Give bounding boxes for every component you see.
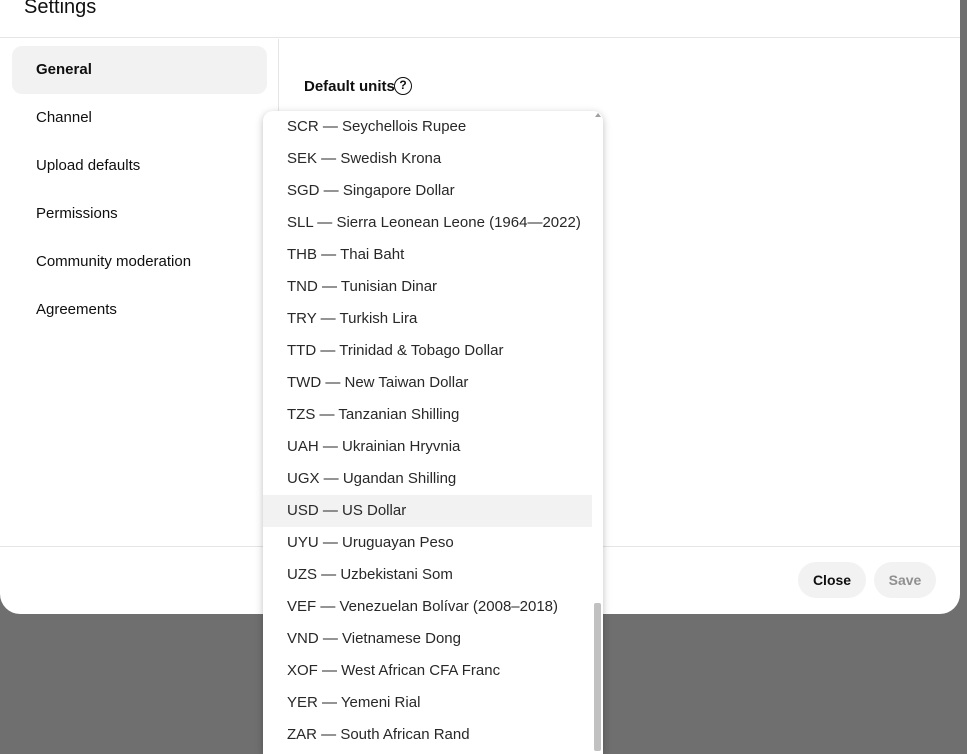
currency-option[interactable]: SLL — Sierra Leonean Leone (1964—2022) [263,207,592,239]
help-icon[interactable]: ? [394,77,412,95]
currency-option[interactable]: UZS — Uzbekistani Som [263,559,592,591]
currency-option[interactable]: VND — Vietnamese Dong [263,623,592,655]
dropdown-scrollbar[interactable] [593,111,603,754]
dialog-title: Settings [24,0,97,18]
sidebar-item-general[interactable]: General [12,46,267,94]
currency-option[interactable]: TTD — Trinidad & Tobago Dollar [263,335,592,367]
save-button[interactable]: Save [874,562,936,598]
sidebar-item-permissions[interactable]: Permissions [12,190,267,238]
dialog-header: Settings [0,0,960,38]
currency-option[interactable]: UYU — Uruguayan Peso [263,527,592,559]
currency-option[interactable]: SCR — Seychellois Rupee [263,111,592,143]
sidebar-item-community-moderation[interactable]: Community moderation [12,238,267,286]
default-units-label: Default units [304,78,395,95]
scrollbar-thumb[interactable] [594,603,601,751]
currency-option[interactable]: VEF — Venezuelan Bolívar (2008–2018) [263,591,592,623]
currency-option[interactable]: XOF — West African CFA Franc [263,655,592,687]
currency-option-selected[interactable]: USD — US Dollar [263,495,592,527]
currency-option[interactable]: TND — Tunisian Dinar [263,271,592,303]
currency-option[interactable]: UAH — Ukrainian Hryvnia [263,431,592,463]
sidebar-item-channel[interactable]: Channel [12,94,267,142]
currency-option[interactable]: ZAR — South African Rand [263,719,592,751]
currency-dropdown-menu[interactable]: SCR — Seychellois Rupee SEK — Swedish Kr… [263,111,603,754]
currency-option[interactable]: UGX — Ugandan Shilling [263,463,592,495]
currency-option[interactable]: TRY — Turkish Lira [263,303,592,335]
scroll-up-arrow-icon[interactable] [595,113,601,117]
currency-option[interactable]: THB — Thai Baht [263,239,592,271]
close-button[interactable]: Close [798,562,866,598]
settings-sidebar: General Channel Upload defaults Permissi… [0,39,279,547]
currency-option[interactable]: TWD — New Taiwan Dollar [263,367,592,399]
currency-option[interactable]: SEK — Swedish Krona [263,143,592,175]
currency-option[interactable]: YER — Yemeni Rial [263,687,592,719]
sidebar-item-upload-defaults[interactable]: Upload defaults [12,142,267,190]
currency-option[interactable]: SGD — Singapore Dollar [263,175,592,207]
currency-option[interactable]: TZS — Tanzanian Shilling [263,399,592,431]
sidebar-item-agreements[interactable]: Agreements [12,286,267,334]
